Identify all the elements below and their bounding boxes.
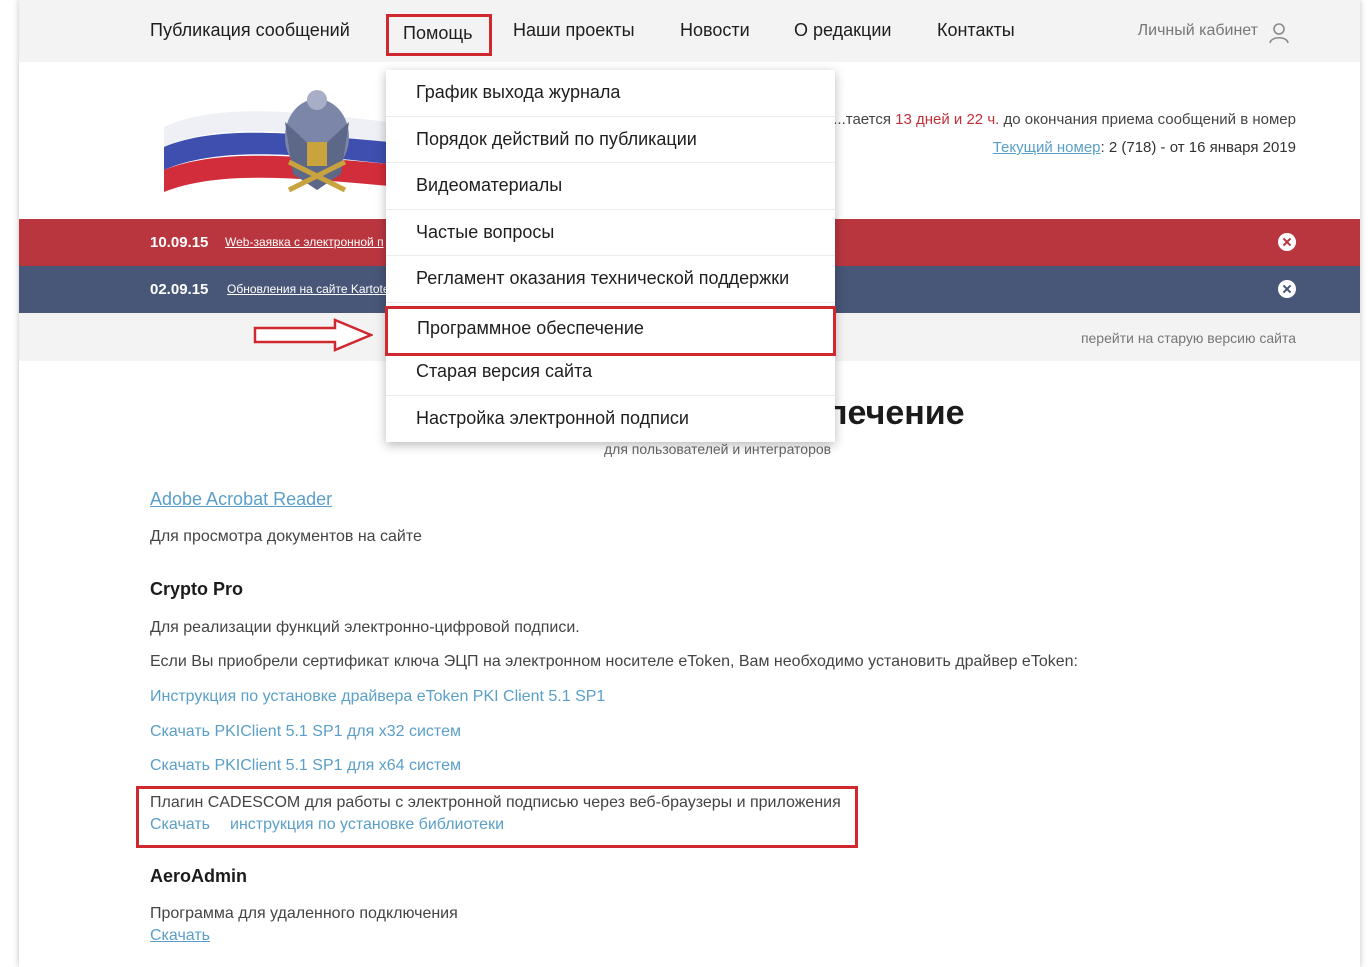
close-icon[interactable] — [1278, 233, 1296, 251]
news-date: 10.09.15 — [150, 234, 209, 251]
page: Публикация сообщений Помощь Наши проекты… — [19, 0, 1360, 967]
crypto-heading: Crypto Pro — [150, 579, 244, 599]
adobe-link[interactable]: Adobe Acrobat Reader — [150, 489, 332, 510]
menu-item-support-rules[interactable]: Регламент оказания технической поддержки — [386, 256, 835, 303]
menu-item-videos[interactable]: Видеоматериалы — [386, 163, 835, 210]
pki-x64-link[interactable]: Скачать PKIClient 5.1 SP1 для x64 систем — [150, 757, 461, 775]
nav-projects[interactable]: Наши проекты — [513, 20, 635, 41]
nav-help[interactable]: Помощь — [403, 23, 473, 44]
menu-item-schedule[interactable]: График выхода журнала — [386, 70, 835, 117]
current-issue: Текущий номер: 2 (718) - от 16 января 20… — [993, 139, 1296, 156]
user-icon[interactable] — [1268, 22, 1290, 44]
nav-about[interactable]: О редакции — [794, 20, 891, 41]
adobe-desc: Для просмотра документов на сайте — [150, 528, 422, 545]
cades-highlight-box — [136, 786, 858, 848]
deadline-prefix: ...тается — [833, 111, 891, 128]
menu-item-label: Видеоматериалы — [416, 175, 563, 195]
site-logo[interactable] — [159, 82, 389, 197]
menu-item-label: Программное обеспечение — [417, 318, 644, 338]
deadline-info: ...тается 13 дней и 22 ч. до окончания п… — [833, 111, 1296, 128]
etoken-instruction-link[interactable]: Инструкция по установке драйвера eToken … — [150, 688, 605, 706]
news-link[interactable]: Web-заявка с электронной п — [225, 235, 385, 249]
page-subtitle: для пользователей и интеграторов — [604, 441, 832, 457]
current-issue-value: : 2 (718) - от 16 января 2019 — [1100, 139, 1296, 156]
arrow-annotation-icon — [253, 318, 373, 352]
current-issue-link[interactable]: Текущий номер — [993, 139, 1101, 156]
menu-item-label: Регламент оказания технической поддержки — [416, 268, 790, 288]
menu-item-publication-steps[interactable]: Порядок действий по публикации — [386, 117, 835, 163]
news-link[interactable]: Обновления на сайте Kartote — [227, 282, 387, 296]
nav-news[interactable]: Новости — [680, 20, 750, 41]
menu-item-label: Настройка электронной подписи — [416, 407, 689, 428]
aero-download-link[interactable]: Скачать — [150, 927, 210, 945]
nav-contacts[interactable]: Контакты — [937, 20, 1015, 41]
help-dropdown-menu: График выхода журнала Порядок действий п… — [385, 70, 836, 443]
aero-desc: Программа для удаленного подключения — [150, 905, 458, 922]
menu-item-faq[interactable]: Частые вопросы — [386, 210, 835, 256]
deadline-value: 13 дней и 22 ч. — [895, 111, 1000, 128]
news-date: 02.09.15 — [150, 281, 209, 298]
menu-item-old-site[interactable]: Старая версия сайта — [386, 349, 835, 396]
menu-item-signature-setup[interactable]: Настройка электронной подписи — [386, 396, 835, 443]
old-site-link[interactable]: перейти на старую версию сайта — [1081, 330, 1296, 346]
crypto-desc: Для реализации функций электронно-цифров… — [150, 619, 580, 636]
pki-x32-link[interactable]: Скачать PKIClient 5.1 SP1 для x32 систем — [150, 723, 461, 741]
nav-publications[interactable]: Публикация сообщений — [150, 20, 350, 41]
menu-item-label: График выхода журнала — [416, 82, 621, 102]
deadline-suffix: до окончания приема сообщений в номер — [1003, 111, 1296, 128]
menu-item-label: Старая версия сайта — [416, 361, 593, 381]
nav-help-highlight[interactable]: Помощь — [386, 14, 492, 56]
menu-item-label: Частые вопросы — [416, 221, 555, 242]
etoken-desc: Если Вы приобрели сертификат ключа ЭЦП н… — [150, 653, 1078, 670]
top-nav: Публикация сообщений Помощь Наши проекты… — [19, 0, 1360, 62]
aero-heading: AeroAdmin — [150, 866, 248, 886]
page-title: печение — [827, 394, 965, 432]
menu-item-label: Порядок действий по публикации — [416, 128, 697, 149]
close-icon[interactable] — [1278, 280, 1296, 298]
account-link[interactable]: Личный кабинет — [1138, 22, 1258, 40]
